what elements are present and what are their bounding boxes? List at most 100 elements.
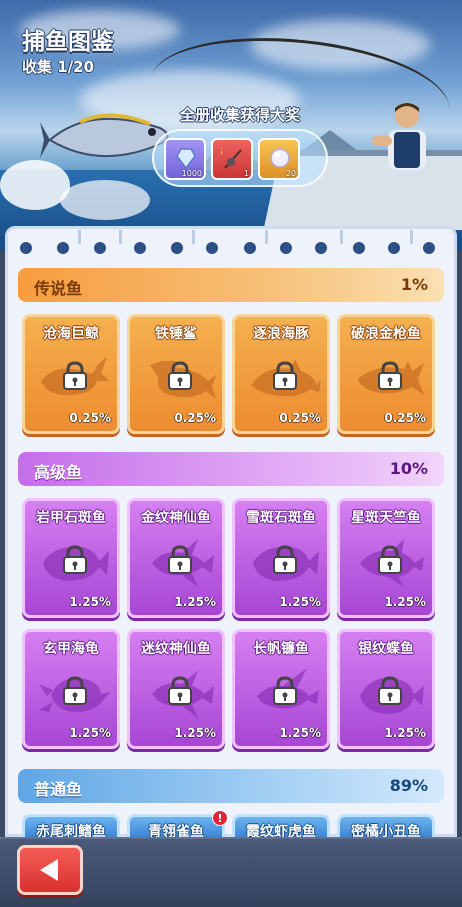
section-percent: 1%	[400, 275, 428, 294]
reward-amount: 20	[285, 169, 296, 178]
collection-progress: 收集 1/20	[22, 58, 95, 76]
fish-card-locked[interactable]: 迷纹神仙鱼 1.25%	[127, 629, 225, 749]
ring-clip	[410, 230, 413, 244]
ring-hole	[57, 242, 69, 254]
lock-icon	[63, 361, 87, 390]
section-percent: 10%	[389, 459, 428, 478]
fish-name: 逐浪海豚	[253, 326, 309, 342]
ring-hole	[315, 242, 327, 254]
ring-hole	[353, 242, 365, 254]
fish-name: 霞纹虾虎鱼	[246, 824, 316, 837]
fish-rate: 1.25%	[69, 726, 111, 740]
fish-name: 长帆镰鱼	[253, 641, 309, 657]
fish-rate: 0.25%	[384, 411, 426, 425]
reward-title: 全册收集获得大奖	[179, 106, 300, 124]
section-header-common: 普通鱼 89%	[18, 769, 444, 803]
fish-rate: 0.25%	[69, 411, 111, 425]
fish-rate: 1.25%	[174, 595, 216, 609]
fisherman-image	[372, 103, 426, 170]
fish-name: 破浪金枪鱼	[351, 326, 421, 342]
fish-rate: 1.25%	[279, 595, 321, 609]
ring-clip	[119, 230, 122, 244]
fish-card-locked[interactable]: 沧海巨鲸 0.25%	[22, 314, 120, 434]
fish-name: 青翎雀鱼	[148, 824, 204, 837]
fish-rate: 1.25%	[384, 726, 426, 740]
ring-hole	[423, 242, 435, 254]
fish-rate: 0.25%	[279, 411, 321, 425]
fish-rate: 1.25%	[279, 726, 321, 740]
svg-text:S: S	[221, 146, 223, 158]
fish-name: 金纹神仙鱼	[141, 510, 211, 526]
section-header-advanced: 高级鱼 10%	[18, 452, 444, 486]
ring-hole	[20, 242, 32, 254]
lock-icon	[273, 676, 297, 705]
crystal-icon	[176, 148, 196, 170]
ring-hole	[171, 242, 183, 254]
lock-icon	[63, 676, 87, 705]
page-title: 捕鱼图鉴	[22, 29, 114, 55]
section-header-legend: 传说鱼 1%	[18, 268, 444, 302]
fish-card-partial[interactable]: 赤尾刺鳍鱼	[22, 814, 120, 837]
lock-icon	[273, 545, 297, 574]
reward-amount: 1	[243, 169, 249, 178]
lock-icon	[273, 361, 297, 390]
fish-card-locked[interactable]: 星斑天竺鱼 1.25%	[337, 498, 435, 618]
fish-card-partial[interactable]: 密橘小丑鱼	[337, 814, 435, 837]
ring-clip	[265, 230, 268, 244]
lock-icon	[168, 676, 192, 705]
new-alert-badge: !	[212, 810, 228, 826]
fish-rate: 0.25%	[174, 411, 216, 425]
lock-icon	[378, 545, 402, 574]
reward-amount: 1000	[181, 169, 202, 178]
fish-name: 星斑天竺鱼	[351, 510, 421, 526]
wave-splash	[60, 180, 150, 220]
fish-card-locked[interactable]: 长帆镰鱼 1.25%	[232, 629, 330, 749]
fish-name: 迷纹神仙鱼	[141, 641, 211, 657]
ring-clip	[192, 230, 195, 244]
fish-card-locked[interactable]: 铁锤鲨 0.25%	[127, 314, 225, 434]
fish-card-locked[interactable]: 金纹神仙鱼 1.25%	[127, 498, 225, 618]
fish-name: 赤尾刺鳍鱼	[36, 824, 106, 837]
back-button[interactable]	[17, 845, 83, 895]
ring-hole	[280, 242, 292, 254]
fish-name: 银纹蝶鱼	[358, 641, 414, 657]
fish-rate: 1.25%	[174, 726, 216, 740]
pearl-icon	[270, 148, 290, 168]
ring-hole	[388, 242, 400, 254]
fish-card-locked[interactable]: 玄甲海龟 1.25%	[22, 629, 120, 749]
lock-icon	[378, 361, 402, 390]
lock-icon	[168, 545, 192, 574]
reward-item-pearl[interactable]: 20	[258, 138, 300, 180]
fish-rate: 1.25%	[69, 595, 111, 609]
fish-card-locked[interactable]: 岩甲石斑鱼 1.25%	[22, 498, 120, 618]
ring-hole	[244, 242, 256, 254]
ring-clip	[340, 230, 343, 244]
fish-name: 玄甲海龟	[43, 641, 99, 657]
fish-card-locked[interactable]: 银纹蝶鱼 1.25%	[337, 629, 435, 749]
ring-hole	[134, 242, 146, 254]
fish-name: 铁锤鲨	[155, 326, 197, 342]
book-rings	[5, 230, 457, 266]
section-name: 普通鱼	[34, 780, 83, 799]
ring-hole	[94, 242, 106, 254]
fish-card-locked[interactable]: 逐浪海豚 0.25%	[232, 314, 330, 434]
lock-icon	[63, 545, 87, 574]
ring-hole	[206, 242, 218, 254]
fishing-rod-s-icon: S	[221, 146, 242, 169]
section-name: 传说鱼	[34, 279, 83, 298]
reward-item-rod[interactable]: S 1	[211, 138, 253, 180]
fish-card-locked[interactable]: 破浪金枪鱼 0.25%	[337, 314, 435, 434]
lock-icon	[168, 361, 192, 390]
fish-card-locked[interactable]: 雪斑石斑鱼 1.25%	[232, 498, 330, 618]
fish-name: 雪斑石斑鱼	[246, 510, 316, 526]
fish-card-partial[interactable]: 青翎雀鱼	[127, 814, 225, 837]
fish-name: 沧海巨鲸	[43, 326, 99, 342]
section-percent: 89%	[389, 776, 428, 795]
reward-item-crystal[interactable]: 1000	[164, 138, 206, 180]
lock-icon	[378, 676, 402, 705]
fish-card-partial[interactable]: 霞纹虾虎鱼	[232, 814, 330, 837]
ring-clip	[78, 230, 81, 244]
fish-name: 密橘小丑鱼	[351, 824, 421, 837]
section-name: 高级鱼	[34, 463, 83, 482]
fish-name: 岩甲石斑鱼	[36, 510, 106, 526]
